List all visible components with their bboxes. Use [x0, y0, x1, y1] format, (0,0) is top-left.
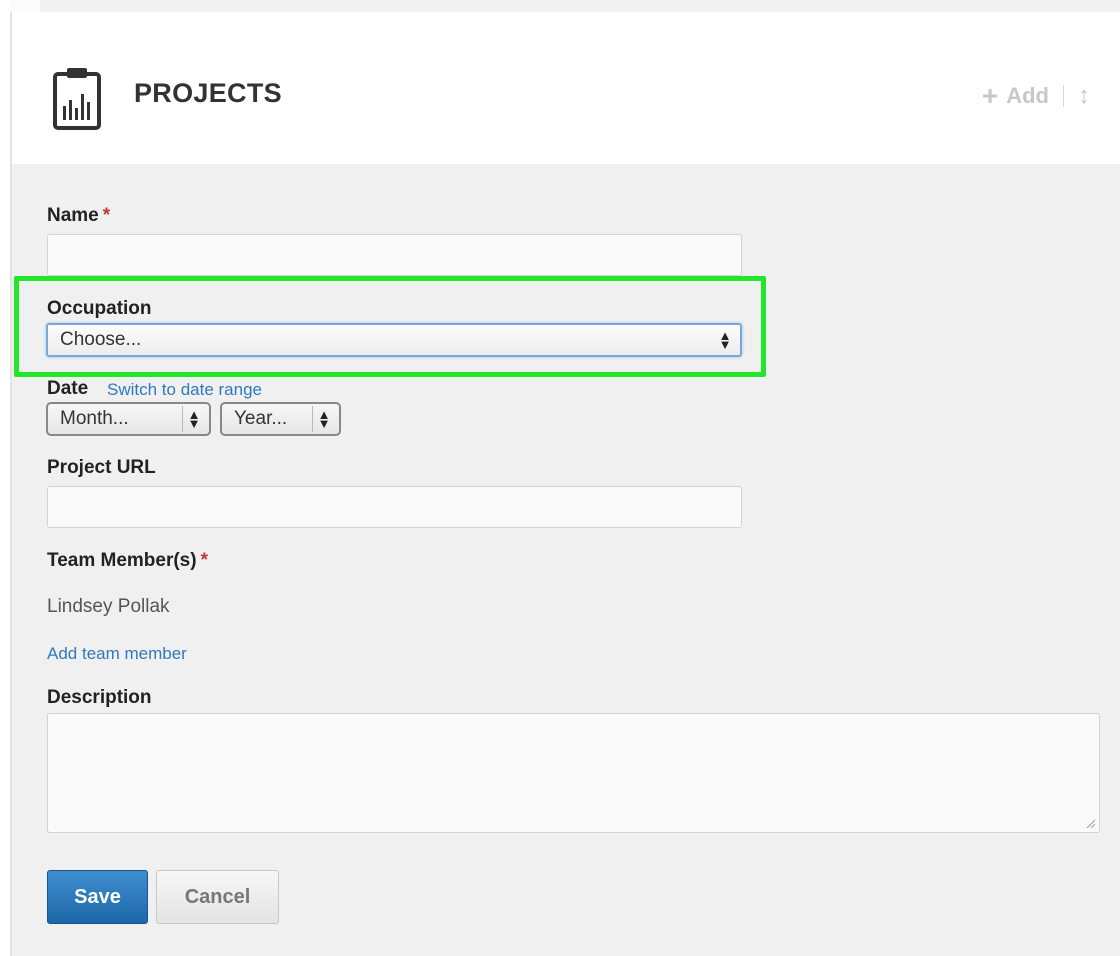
add-team-member-link[interactable]: Add team member — [47, 644, 187, 664]
divider — [1063, 85, 1064, 107]
month-selected-value: Month... — [60, 408, 129, 429]
section-header: PROJECTS + Add ↕ — [12, 12, 1120, 164]
left-margin — [0, 0, 10, 956]
select-arrows-icon: ▲ ▼ — [182, 406, 205, 432]
highlight-box — [14, 276, 766, 377]
year-selected-value: Year... — [234, 408, 288, 429]
year-select[interactable]: Year... ▲ ▼ — [220, 402, 341, 436]
add-label: Add — [1006, 83, 1049, 108]
resize-grip-icon[interactable] — [1085, 818, 1095, 828]
required-mark: * — [102, 205, 111, 226]
month-select[interactable]: Month... ▲ ▼ — [46, 402, 211, 436]
page-title: PROJECTS — [134, 78, 282, 108]
description-textarea[interactable] — [47, 713, 1100, 833]
plus-icon: + — [981, 80, 999, 111]
cancel-button[interactable]: Cancel — [156, 870, 279, 924]
name-label: Name * — [47, 205, 110, 227]
team-members-label: Team Member(s) * — [47, 550, 208, 572]
select-arrows-icon: ▲ ▼ — [312, 406, 335, 432]
required-mark: * — [200, 550, 208, 571]
name-input[interactable] — [47, 234, 742, 276]
header-actions: + Add ↕ — [982, 82, 1090, 110]
name-label-text: Name — [47, 205, 99, 226]
clipboard-chart-icon — [53, 68, 101, 130]
team-members-label-text: Team Member(s) — [47, 550, 197, 571]
reorder-icon[interactable]: ↕ — [1078, 82, 1090, 110]
save-button[interactable]: Save — [47, 870, 148, 924]
project-url-input[interactable] — [47, 486, 742, 528]
project-url-label: Project URL — [47, 457, 156, 478]
add-button[interactable]: + Add — [982, 82, 1049, 110]
date-label: Date — [47, 378, 89, 399]
switch-date-range-link[interactable]: Switch to date range — [107, 380, 262, 400]
page: PROJECTS + Add ↕ Name * Occupation Choose… — [0, 0, 1120, 956]
description-label: Description — [47, 687, 152, 708]
team-member-name: Lindsey Pollak — [47, 596, 170, 617]
